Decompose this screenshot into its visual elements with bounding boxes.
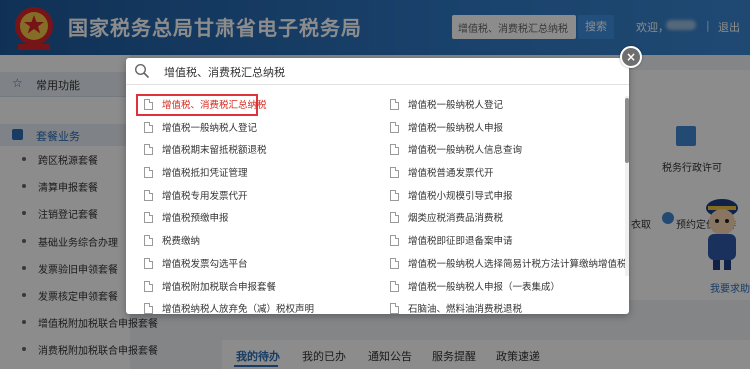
document-icon <box>390 144 399 156</box>
document-icon <box>390 99 399 110</box>
result-item[interactable]: 增值税小规模引导式申报 <box>384 186 620 209</box>
results-left-column: 增值税、消费税汇总纳税 增值税一般纳税人登记 增值税期末留抵税额退税 增值税抵扣… <box>136 94 378 322</box>
result-item-highlighted[interactable]: 增值税、消费税汇总纳税 <box>136 94 378 118</box>
document-icon <box>390 303 399 315</box>
result-item[interactable]: 增值税一般纳税人选择简易计税方法计算缴纳增值税 <box>384 254 627 277</box>
document-icon <box>144 235 153 247</box>
search-results-modal: 增值税、消费税汇总纳税 增值税、消费税汇总纳税 增值税一般纳税人登记 增值税期末… <box>126 58 629 315</box>
result-item[interactable]: 增值税普通发票代开 <box>384 163 620 186</box>
result-item[interactable]: 烟类应税消费品消费税 <box>384 208 620 231</box>
result-item[interactable]: 增值税一般纳税人登记 <box>384 95 620 118</box>
document-icon <box>390 121 399 133</box>
result-item[interactable]: 增值税一般纳税人信息查询 <box>384 140 620 163</box>
result-item[interactable]: 增值税即征即退备案申请 <box>384 231 620 254</box>
close-modal-button[interactable]: × <box>620 46 642 68</box>
result-item[interactable]: 增值税纳税人放弃免（减）税权声明 <box>138 299 378 322</box>
result-item[interactable]: 税费缴纳 <box>138 231 378 254</box>
result-item[interactable]: 增值税附加税联合申报套餐 <box>138 277 378 300</box>
modal-search-bar[interactable]: 增值税、消费税汇总纳税 <box>126 58 629 85</box>
document-icon <box>144 257 153 269</box>
document-icon <box>390 167 399 179</box>
document-icon <box>144 212 153 224</box>
modal-scrollbar-thumb[interactable] <box>625 98 629 163</box>
document-icon <box>390 189 399 201</box>
document-icon <box>144 121 153 133</box>
document-icon <box>144 189 153 201</box>
document-icon <box>144 167 153 179</box>
result-item[interactable]: 增值税抵扣凭证管理 <box>138 163 378 186</box>
result-item[interactable]: 增值税一般纳税人申报 <box>384 118 620 141</box>
result-item[interactable]: 石脑油、燃料油消费税退税 <box>384 299 620 322</box>
result-item[interactable]: 增值税预缴申报 <box>138 208 378 231</box>
document-icon <box>390 257 399 269</box>
modal-search-input[interactable]: 增值税、消费税汇总纳税 <box>164 64 285 80</box>
result-item[interactable]: 增值税期末留抵税额退税 <box>138 140 378 163</box>
result-item[interactable]: 增值税发票勾选平台 <box>138 254 378 277</box>
document-icon <box>390 212 399 224</box>
document-icon <box>144 99 153 110</box>
document-icon <box>144 303 153 315</box>
document-icon <box>144 144 153 156</box>
document-icon <box>390 235 399 247</box>
results-right-column: 增值税一般纳税人登记 增值税一般纳税人申报 增值税一般纳税人信息查询 增值税普通… <box>384 95 627 322</box>
result-item[interactable]: 增值税专用发票代开 <box>138 186 378 209</box>
result-item[interactable]: 增值税一般纳税人申报（一表集成） <box>384 277 620 300</box>
document-icon <box>390 280 399 292</box>
search-icon <box>134 63 150 79</box>
document-icon <box>144 280 153 292</box>
result-item[interactable]: 增值税一般纳税人登记 <box>138 118 378 141</box>
